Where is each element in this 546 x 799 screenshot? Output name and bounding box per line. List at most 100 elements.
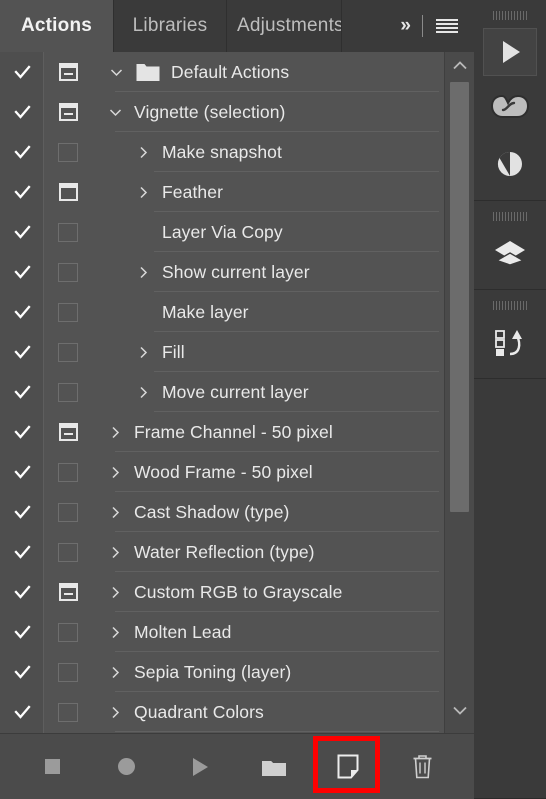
row-toggle-checkbox[interactable]	[0, 132, 44, 172]
table-row[interactable]: Cast Shadow (type)	[0, 492, 445, 532]
table-row[interactable]: Custom RGB to Grayscale	[0, 572, 445, 612]
row-label-text: Default Actions	[171, 61, 290, 82]
hamburger-menu-icon[interactable]	[436, 18, 458, 34]
dialog-toggle-button[interactable]	[44, 692, 92, 732]
dialog-box-icon	[58, 542, 78, 562]
disclosure-collapsed-icon[interactable]	[92, 372, 162, 412]
row-toggle-checkbox[interactable]	[0, 372, 44, 412]
play-selection-button[interactable]	[183, 750, 217, 784]
begin-recording-button[interactable]	[109, 750, 143, 784]
row-toggle-checkbox[interactable]	[0, 92, 44, 132]
rail-adjustments[interactable]	[474, 136, 546, 192]
dialog-toggle-button[interactable]	[44, 612, 92, 652]
delete-button[interactable]	[405, 750, 439, 784]
disclosure-collapsed-icon[interactable]	[92, 612, 134, 652]
rail-grip-icon[interactable]	[474, 0, 546, 24]
dialog-toggle-button[interactable]	[44, 452, 92, 492]
disclosure-collapsed-icon[interactable]	[92, 172, 162, 212]
dialog-toggle-button[interactable]	[44, 572, 92, 612]
scrollbar-thumb[interactable]	[450, 82, 469, 512]
rail-history[interactable]	[474, 314, 546, 370]
dialog-toggle-button[interactable]	[44, 212, 92, 252]
table-row[interactable]: Water Reflection (type)	[0, 532, 445, 572]
row-toggle-checkbox[interactable]	[0, 252, 44, 292]
dialog-toggle-button[interactable]	[44, 532, 92, 572]
rail-grip-icon-2[interactable]	[474, 201, 546, 225]
dialog-toggle-button[interactable]	[44, 652, 92, 692]
row-toggle-checkbox[interactable]	[0, 412, 44, 452]
table-row[interactable]: Frame Channel - 50 pixel	[0, 412, 445, 452]
disclosure-collapsed-icon[interactable]	[92, 332, 162, 372]
rail-libraries[interactable]	[474, 80, 546, 136]
dialog-toggle-button[interactable]	[44, 412, 92, 452]
rail-layers[interactable]	[474, 225, 546, 281]
row-toggle-checkbox[interactable]	[0, 52, 44, 92]
table-row[interactable]: Vignette (selection)	[0, 92, 445, 132]
disclosure-collapsed-icon[interactable]	[92, 412, 134, 452]
rail-actions[interactable]	[474, 24, 546, 80]
disclosure-collapsed-icon[interactable]	[92, 532, 134, 572]
row-toggle-checkbox[interactable]	[0, 612, 44, 652]
trash-icon	[413, 755, 431, 779]
dialog-toggle-button[interactable]	[44, 492, 92, 532]
row-toggle-checkbox[interactable]	[0, 652, 44, 692]
table-row[interactable]: Move current layer	[0, 372, 445, 412]
disclosure-collapsed-icon[interactable]	[92, 692, 134, 732]
row-toggle-checkbox[interactable]	[0, 292, 44, 332]
dialog-toggle-button[interactable]	[44, 172, 92, 212]
table-row[interactable]: Sepia Toning (layer)	[0, 652, 445, 692]
tab-libraries[interactable]: Libraries	[114, 0, 227, 52]
disclosure-expanded-icon[interactable]	[92, 92, 134, 132]
scroll-up-arrow[interactable]	[445, 52, 474, 78]
dialog-toggle-button[interactable]	[44, 252, 92, 292]
stop-playing-button[interactable]	[35, 750, 69, 784]
row-toggle-checkbox[interactable]	[0, 212, 44, 252]
dialog-toggle-button[interactable]	[44, 132, 92, 172]
tab-actions-label: Actions	[20, 15, 93, 36]
table-row[interactable]: Make layer	[0, 292, 445, 332]
table-row[interactable]: Make snapshot	[0, 132, 445, 172]
row-label: Move current layer	[162, 381, 309, 402]
disclosure-collapsed-icon[interactable]	[92, 452, 134, 492]
table-row[interactable]: Show current layer	[0, 252, 445, 292]
disclosure-collapsed-icon[interactable]	[92, 492, 134, 532]
row-toggle-checkbox[interactable]	[0, 692, 44, 732]
table-row[interactable]: Molten Lead	[0, 612, 445, 652]
check-icon	[13, 224, 31, 239]
dialog-toggle-button[interactable]	[44, 332, 92, 372]
row-toggle-checkbox[interactable]	[0, 572, 44, 612]
disclosure-collapsed-icon[interactable]	[92, 572, 134, 612]
scroll-down-arrow[interactable]	[445, 697, 474, 723]
table-row[interactable]: Wood Frame - 50 pixel	[0, 452, 445, 492]
actions-list[interactable]: Default Actions Vignette (selection) Make …	[0, 52, 474, 733]
dialog-toggle-button[interactable]	[44, 372, 92, 412]
dialog-toggle-button[interactable]	[44, 92, 92, 132]
disclosure-expanded-icon[interactable]	[92, 52, 136, 92]
row-toggle-checkbox[interactable]	[0, 452, 44, 492]
rail-group-1	[474, 0, 546, 201]
dialog-box-icon	[58, 183, 78, 201]
table-row[interactable]: Quadrant Colors	[0, 692, 445, 732]
rail-grip-icon-3[interactable]	[474, 290, 546, 314]
folder-icon	[136, 63, 160, 81]
check-icon	[13, 64, 31, 79]
disclosure-collapsed-icon[interactable]	[92, 132, 162, 172]
row-toggle-checkbox[interactable]	[0, 492, 44, 532]
tab-actions[interactable]: Actions	[0, 0, 114, 52]
row-toggle-checkbox[interactable]	[0, 532, 44, 572]
row-label: Make layer	[162, 301, 249, 322]
table-row[interactable]: Default Actions	[0, 52, 445, 92]
dialog-toggle-button[interactable]	[44, 52, 92, 92]
row-toggle-checkbox[interactable]	[0, 172, 44, 212]
table-row[interactable]: Feather	[0, 172, 445, 212]
disclosure-collapsed-icon[interactable]	[92, 652, 134, 692]
dialog-toggle-button[interactable]	[44, 292, 92, 332]
create-new-set-button[interactable]	[257, 750, 291, 784]
list-scrollbar[interactable]	[444, 52, 474, 733]
row-toggle-checkbox[interactable]	[0, 332, 44, 372]
table-row[interactable]: Fill	[0, 332, 445, 372]
chevron-double-right-icon[interactable]: »	[400, 15, 410, 37]
tab-adjustments[interactable]: Adjustments	[227, 0, 342, 52]
table-row[interactable]: Layer Via Copy	[0, 212, 445, 252]
disclosure-collapsed-icon[interactable]	[92, 252, 162, 292]
